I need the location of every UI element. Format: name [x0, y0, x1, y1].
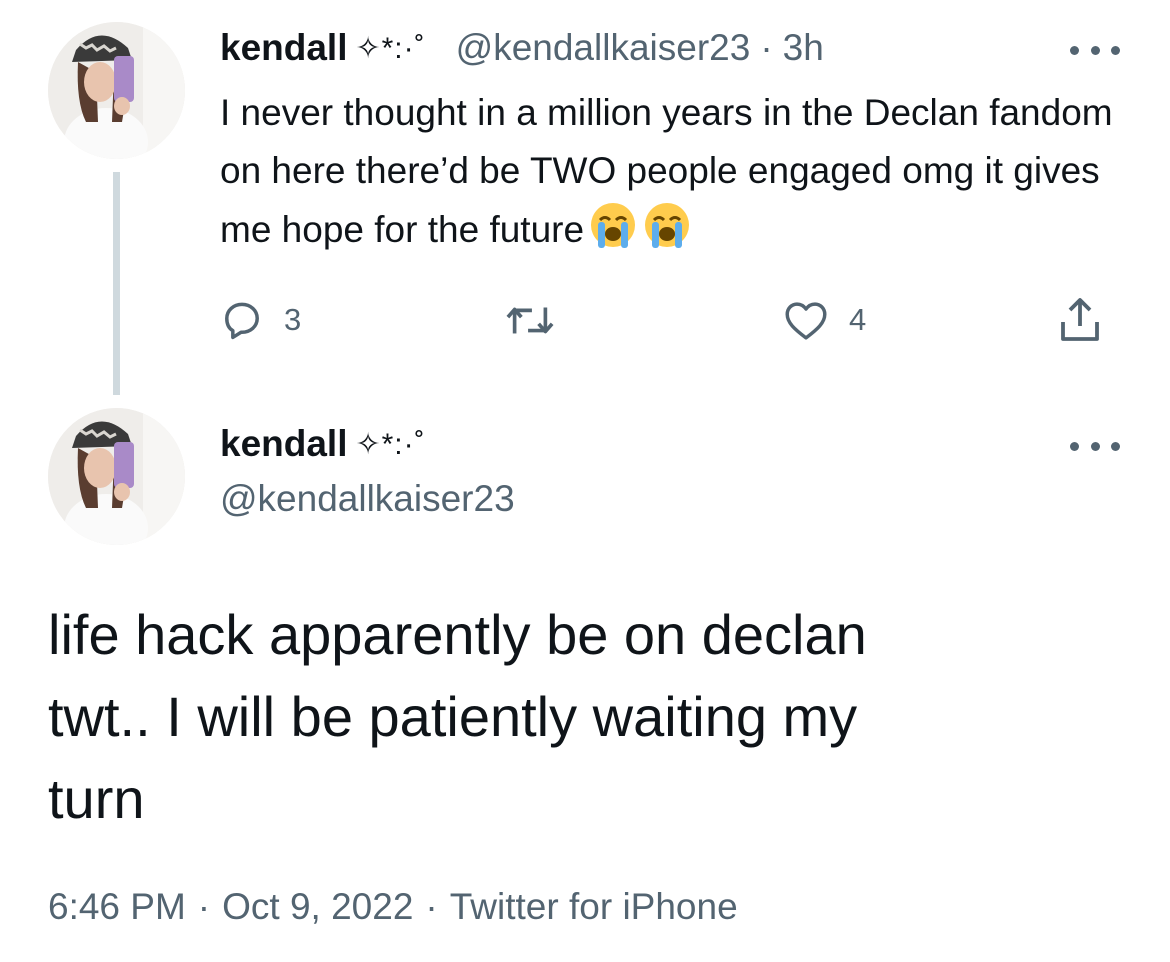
display-name[interactable]: kendall	[220, 27, 348, 69]
handle[interactable]: @kendallkaiser23	[456, 27, 751, 69]
relative-time[interactable]: 3h	[783, 27, 824, 69]
retweet-button[interactable]	[505, 292, 575, 348]
avatar-photo	[48, 408, 185, 545]
like-count: 4	[849, 302, 867, 337]
more-options-icon[interactable]	[1070, 40, 1120, 60]
loudly-crying-face-icon	[591, 203, 636, 248]
heart-icon	[785, 302, 827, 340]
parent-tweet[interactable]: kendall ✧*:·˚ @kendallkaiser23 · 3h I ne…	[0, 0, 1170, 400]
main-tweet: kendall ✧*:·˚ @kendallkaiser23 life hack…	[0, 400, 1170, 962]
share-icon	[1061, 298, 1099, 341]
tweet-text-line: twt.. I will be patiently waiting my	[48, 685, 858, 748]
name-decoration: ✧*:·˚	[355, 427, 426, 461]
tweet-metadata: 6:46 PM · Oct 9, 2022 · Twitter for iPhone	[48, 886, 738, 928]
name-decoration: ✧*:·˚	[355, 31, 426, 65]
thread-line	[113, 172, 120, 395]
avatar[interactable]	[48, 22, 185, 159]
tweet-text: life hack apparently be on declan twt.. …	[48, 594, 1118, 840]
tweet-date[interactable]: Oct 9, 2022	[222, 886, 413, 927]
tweet-source[interactable]: Twitter for iPhone	[450, 886, 738, 927]
separator-dot: ·	[425, 886, 438, 927]
retweet-icon	[506, 307, 554, 334]
separator-dot: ·	[760, 27, 773, 68]
reply-icon	[225, 302, 259, 340]
tweet-header: kendall ✧*:·˚	[220, 420, 426, 468]
like-button[interactable]: 4	[783, 292, 866, 348]
avatar-photo	[48, 22, 185, 159]
tweet-text-line: life hack apparently be on declan	[48, 603, 867, 666]
tweet-header: kendall ✧*:·˚ @kendallkaiser23 · 3h	[220, 24, 824, 72]
share-button[interactable]	[1058, 292, 1102, 348]
loudly-crying-face-icon	[645, 203, 690, 248]
separator-dot: ·	[197, 886, 211, 927]
more-options-icon[interactable]	[1070, 436, 1120, 456]
handle[interactable]: @kendallkaiser23	[220, 478, 515, 520]
tweet-actions: 3 4	[220, 292, 1120, 348]
avatar[interactable]	[48, 408, 185, 545]
reply-count: 3	[284, 302, 302, 337]
tweet-text: I never thought in a million years in th…	[220, 84, 1140, 259]
reply-button[interactable]: 3	[220, 292, 301, 348]
display-name[interactable]: kendall	[220, 423, 348, 465]
tweet-text-line: turn	[48, 767, 145, 830]
tweet-time[interactable]: 6:46 PM	[48, 886, 186, 927]
